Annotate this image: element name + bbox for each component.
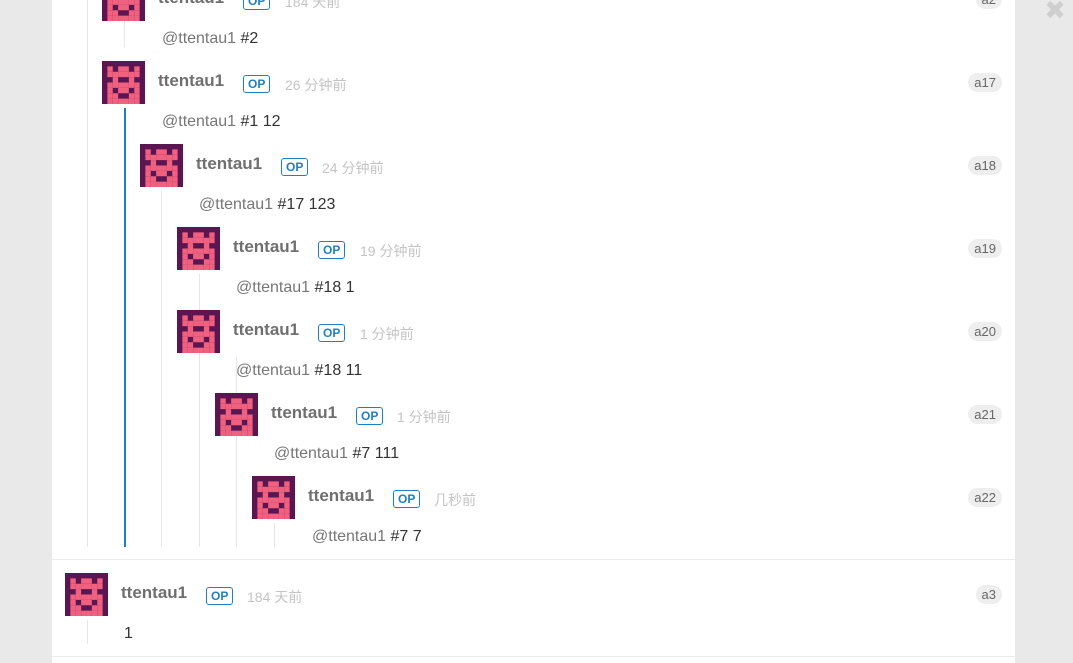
comment-item: ttentau1 OP 184 天前 a2 @ttentau1 #2	[102, 0, 1002, 58]
comment-item: ttentau1 OP 24 分钟前 a18 @ttentau1 #17 123	[140, 144, 1002, 224]
comment-text: @ttentau1 #17 123	[199, 196, 336, 213]
timestamp: 26 分钟前	[285, 77, 347, 93]
comment-text: @ttentau1 #18 1	[236, 279, 355, 296]
username-link[interactable]: ttentau1	[233, 320, 299, 340]
timestamp: 19 分钟前	[360, 243, 422, 259]
comment-separator	[52, 559, 1015, 560]
mention-link[interactable]: @ttentau1	[236, 362, 310, 379]
op-badge: OP	[243, 75, 271, 93]
username-link[interactable]: ttentau1	[196, 154, 262, 174]
avatar[interactable]	[102, 61, 145, 104]
comment-text: @ttentau1 #18 11	[236, 362, 363, 379]
comment-id-badge[interactable]: a17	[968, 73, 1002, 92]
comment-id-badge[interactable]: a18	[968, 156, 1002, 175]
comment-text: @ttentau1 #2	[162, 30, 259, 47]
timestamp: 24 分钟前	[322, 160, 384, 176]
comment-separator	[52, 656, 1015, 657]
op-badge: OP	[281, 158, 309, 176]
comment-item: ttentau1 OP 1 分钟前 a20 @ttentau1 #18 11	[177, 310, 1002, 390]
comment-text: @ttentau1 #1 12	[162, 113, 281, 130]
comment-item: ttentau1 OP 184 天前 a3 1	[65, 573, 1002, 653]
comment-id-badge[interactable]: a21	[968, 405, 1002, 424]
timestamp: 184 天前	[247, 589, 303, 605]
close-icon[interactable]: ✖	[1043, 0, 1067, 24]
username-link[interactable]: ttentau1	[271, 403, 337, 423]
op-badge: OP	[243, 0, 271, 10]
comment-item: ttentau1 OP 1 分钟前 a21 @ttentau1 #7 111	[215, 393, 1002, 473]
mention-link[interactable]: @ttentau1	[236, 279, 310, 296]
avatar[interactable]	[102, 0, 145, 21]
op-badge: OP	[318, 324, 346, 342]
comment-text: 1	[124, 625, 133, 642]
op-badge: OP	[393, 490, 421, 508]
mention-link[interactable]: @ttentau1	[162, 30, 236, 47]
avatar[interactable]	[177, 227, 220, 270]
op-badge: OP	[206, 587, 234, 605]
mention-link[interactable]: @ttentau1	[162, 113, 236, 130]
op-badge: OP	[356, 407, 384, 425]
avatar[interactable]	[140, 144, 183, 187]
timestamp: 184 天前	[285, 0, 341, 10]
comment-id-badge[interactable]: a22	[968, 488, 1002, 507]
username-link[interactable]: ttentau1	[158, 71, 224, 91]
username-link[interactable]: ttentau1	[158, 0, 224, 8]
thread-line	[161, 191, 162, 547]
comment-id-badge[interactable]: a20	[968, 322, 1002, 341]
timestamp: 1 分钟前	[397, 409, 451, 425]
avatar[interactable]	[65, 573, 108, 616]
comment-item: ttentau1 OP 19 分钟前 a19 @ttentau1 #18 1	[177, 227, 1002, 307]
thread-line-active	[124, 108, 126, 547]
comment-item: ttentau1 OP 几秒前 a22 @ttentau1 #7 7	[252, 476, 1002, 556]
mention-link[interactable]: @ttentau1	[199, 196, 273, 213]
username-link[interactable]: ttentau1	[121, 583, 187, 603]
comment-id-badge[interactable]: a2	[975, 0, 1002, 9]
thread-line	[87, 0, 88, 547]
timestamp: 1 分钟前	[360, 326, 414, 342]
op-badge: OP	[318, 241, 346, 259]
comment-id-badge[interactable]: a19	[968, 239, 1002, 258]
avatar[interactable]	[252, 476, 295, 519]
username-link[interactable]: ttentau1	[308, 486, 374, 506]
avatar[interactable]	[177, 310, 220, 353]
comment-id-badge[interactable]: a3	[975, 585, 1002, 604]
mention-link[interactable]: @ttentau1	[312, 528, 386, 545]
comment-text: @ttentau1 #7 7	[312, 528, 422, 545]
comment-text: @ttentau1 #7 111	[274, 445, 400, 462]
timestamp: 几秒前	[434, 492, 476, 508]
avatar[interactable]	[215, 393, 258, 436]
mention-link[interactable]: @ttentau1	[274, 445, 348, 462]
comment-item: ttentau1 OP 26 分钟前 a17 @ttentau1 #1 12	[102, 61, 1002, 141]
username-link[interactable]: ttentau1	[233, 237, 299, 257]
